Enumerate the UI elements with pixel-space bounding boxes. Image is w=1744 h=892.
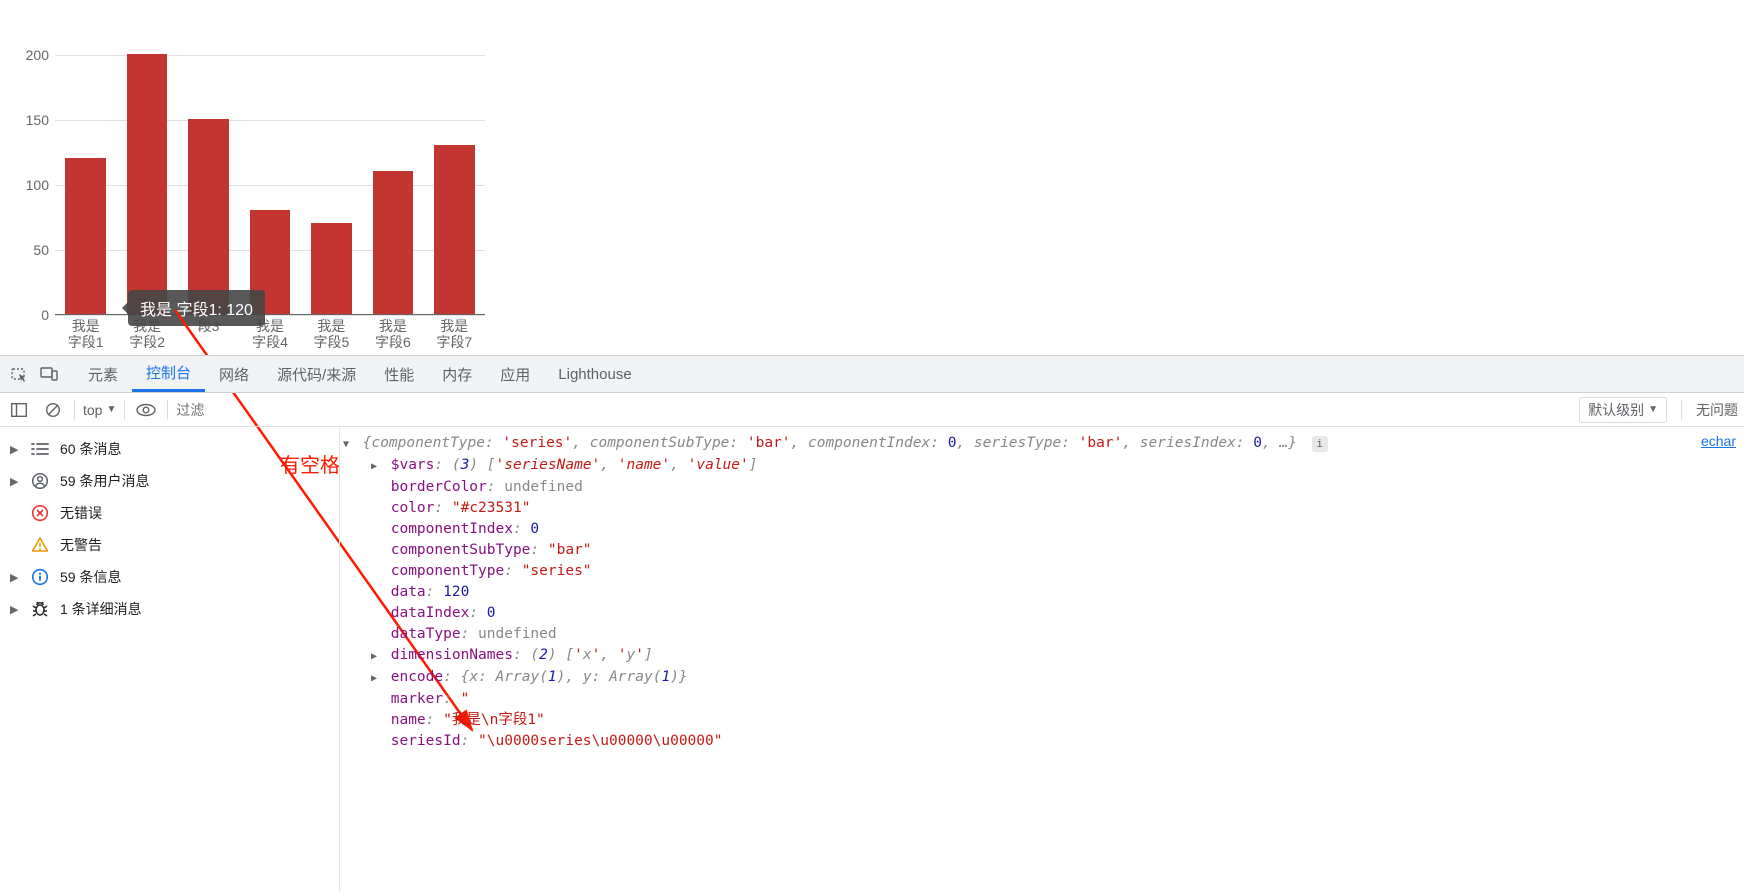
chart-bar[interactable] — [188, 119, 229, 314]
chevron-down-icon: ▼ — [106, 404, 116, 415]
live-expression-icon[interactable] — [133, 403, 159, 417]
console-sidebar-item[interactable]: ▶ 59 条信息 — [0, 561, 339, 593]
console-object-prop[interactable]: componentIndex: 0 — [368, 519, 1734, 540]
console-sidebar-item[interactable]: ▶ 59 条用户消息 — [0, 465, 339, 497]
clear-console-icon[interactable] — [40, 402, 66, 418]
expand-arrow-icon: ▶ — [10, 475, 20, 488]
chart-xlabel: 我是字段2 — [129, 318, 165, 350]
sidebar-item-label: 59 条信息 — [60, 567, 121, 587]
chart-bar[interactable] — [65, 158, 106, 314]
devtools-tab[interactable]: 网络 — [205, 356, 263, 392]
console-object-header[interactable]: ▼ {componentType: 'series', componentSub… — [340, 433, 1734, 455]
issues-label: 无问题 — [1696, 400, 1738, 420]
console-sidebar-item[interactable]: 无警告 — [0, 529, 339, 561]
user-icon — [30, 472, 50, 490]
bar-chart[interactable]: 050100150200 我是字段1我是字段2段3我是字段4我是字段5我是字段6… — [10, 10, 500, 350]
console-sidebar-item[interactable]: ▶ 1 条详细消息 — [0, 593, 339, 625]
chevron-down-icon: ▼ — [1648, 404, 1658, 415]
console-sidebar-item[interactable]: ▶ 60 条消息 — [0, 433, 339, 465]
console-object-prop[interactable]: componentType: "series" — [368, 561, 1734, 582]
devtools-tab[interactable]: 源代码/来源 — [263, 356, 370, 392]
console-object-prop[interactable]: ▶ $vars: (3) ['seriesName', 'name', 'val… — [368, 455, 1734, 477]
sidebar-item-label: 无警告 — [60, 535, 102, 555]
toggle-sidebar-icon[interactable] — [6, 403, 32, 417]
expand-arrow-icon: ▶ — [10, 443, 20, 456]
expand-arrow-icon: ▶ — [10, 603, 20, 616]
source-link[interactable]: echar — [1701, 431, 1736, 452]
inspect-element-icon[interactable] — [4, 356, 34, 392]
chart-bar[interactable] — [373, 171, 414, 314]
chart-xlabel: 我是字段4 — [252, 318, 288, 350]
page-content: 050100150200 我是字段1我是字段2段3我是字段4我是字段5我是字段6… — [0, 0, 1744, 355]
devtools-tab[interactable]: 控制台 — [132, 356, 205, 392]
console-object-prop[interactable]: name: "我是\n字段1" — [368, 710, 1734, 731]
error-icon — [30, 504, 50, 522]
devtools-tab[interactable]: Lighthouse — [544, 356, 645, 392]
console-object-prop[interactable]: borderColor: undefined — [368, 477, 1734, 498]
chart-bar[interactable] — [311, 223, 352, 314]
sidebar-item-label: 59 条用户消息 — [60, 471, 149, 491]
console-object-prop[interactable]: seriesId: "\u0000series\u00000\u00000" — [368, 731, 1734, 752]
console-object-prop[interactable]: ▶ encode: {x: Array(1), y: Array(1)} — [368, 667, 1734, 689]
device-toolbar-icon[interactable] — [34, 356, 64, 392]
chart-xlabel: 我是字段7 — [436, 318, 472, 350]
list-icon — [30, 442, 50, 456]
console-toolbar: top ▼ 默认级别 ▼ 无问题 — [0, 393, 1744, 427]
chart-xlabel: 我是字段5 — [314, 318, 350, 350]
chart-bar[interactable] — [434, 145, 475, 314]
console-sidebar: ▶ 60 条消息 ▶ 59 条用户消息无错误无警告 ▶ 59 条信息 ▶ 1 条详细消息 — [0, 427, 340, 892]
chart-xlabel: 我是字段6 — [375, 318, 411, 350]
chart-ytick: 100 — [15, 177, 49, 193]
bug-icon — [30, 600, 50, 618]
console-object-prop[interactable]: marker: " — [368, 689, 1734, 710]
chart-bar[interactable] — [127, 54, 168, 314]
sidebar-item-label: 无错误 — [60, 503, 102, 523]
devtools-tab[interactable]: 性能 — [370, 356, 428, 392]
devtools-tab[interactable]: 内存 — [428, 356, 486, 392]
console-object-prop[interactable]: dataIndex: 0 — [368, 603, 1734, 624]
console-object-prop[interactable]: data: 120 — [368, 582, 1734, 603]
console-object-prop[interactable]: ▶ dimensionNames: (2) ['x', 'y'] — [368, 645, 1734, 667]
warn-icon — [30, 536, 50, 554]
chart-xlabel: 我是字段1 — [68, 318, 104, 350]
devtools-tab[interactable]: 应用 — [486, 356, 544, 392]
chart-plot-area: 050100150200 — [55, 55, 485, 315]
execution-context-select[interactable]: top ▼ — [83, 402, 116, 418]
chart-x-labels: 我是字段1 我是字段2 段3 我是字段4 我是字段5 我是字段6 我是字段7 — [55, 318, 485, 358]
log-level-select[interactable]: 默认级别 ▼ — [1579, 397, 1667, 423]
chart-ytick: 150 — [15, 112, 49, 128]
console-object-prop[interactable]: componentSubType: "bar" — [368, 540, 1734, 561]
chart-ytick: 50 — [15, 242, 49, 258]
console-messages[interactable]: echar ▼ {componentType: 'series', compon… — [340, 427, 1744, 892]
info-icon[interactable]: i — [1312, 436, 1328, 452]
console-object-prop[interactable]: dataType: undefined — [368, 624, 1734, 645]
console-object-prop[interactable]: color: "#c23531" — [368, 498, 1734, 519]
sidebar-item-label: 60 条消息 — [60, 439, 121, 459]
devtools-tabstrip: 元素控制台网络源代码/来源性能内存应用Lighthouse — [0, 355, 1744, 393]
devtools-panel: 元素控制台网络源代码/来源性能内存应用Lighthouse top ▼ 默认级别… — [0, 355, 1744, 892]
expand-arrow-icon: ▶ — [10, 571, 20, 584]
console-filter-input[interactable] — [176, 399, 1226, 421]
console-sidebar-item[interactable]: 无错误 — [0, 497, 339, 529]
info-icon — [30, 568, 50, 586]
log-level-label: 默认级别 — [1588, 400, 1644, 420]
devtools-tab[interactable]: 元素 — [74, 356, 132, 392]
chart-ytick: 200 — [15, 47, 49, 63]
execution-context-label: top — [83, 402, 102, 418]
chart-xlabel: 段3 — [198, 318, 220, 334]
sidebar-item-label: 1 条详细消息 — [60, 599, 142, 619]
chart-ytick: 0 — [15, 307, 49, 323]
chart-bar[interactable] — [250, 210, 291, 314]
console-body: ▶ 60 条消息 ▶ 59 条用户消息无错误无警告 ▶ 59 条信息 ▶ 1 条详细消息 ec… — [0, 427, 1744, 892]
